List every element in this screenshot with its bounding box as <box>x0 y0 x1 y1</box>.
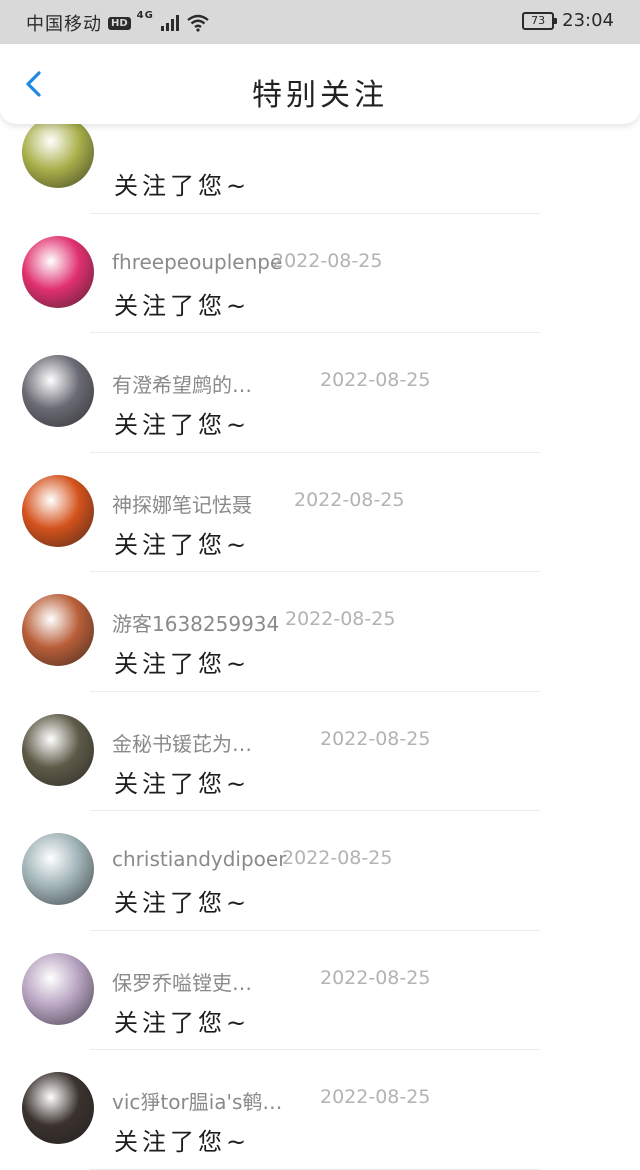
avatar[interactable] <box>22 355 94 427</box>
list-item[interactable]: christiandydipoer 2022-08-25 关注了您~ <box>0 811 640 931</box>
username[interactable]: 金秘书锾芘为… <box>112 728 252 757</box>
notification-message: 关注了您~ <box>114 1128 251 1156</box>
clock: 23:04 <box>562 10 614 31</box>
notification-list: 关注了您~ fhreepeouplenpe 2022-08-25 关注了您~ 有澄希望鹧… <box>0 94 640 1170</box>
avatar[interactable] <box>22 235 94 308</box>
timestamp: 2022-08-25 <box>285 608 396 630</box>
notification-message: 关注了您~ <box>114 1008 251 1037</box>
username[interactable]: 游客1638259934 <box>112 608 279 637</box>
list-item[interactable]: 金秘书锾芘为… 2022-08-25 关注了您~ <box>0 692 640 811</box>
status-bar: 中国移动 HD 4G 73 23:04 <box>0 0 640 44</box>
timestamp: 2022-08-25 <box>320 1086 431 1108</box>
battery-icon: 73 <box>522 11 558 30</box>
username[interactable]: 有澄希望鹧的… <box>112 369 252 398</box>
timestamp: 2022-08-25 <box>282 847 393 869</box>
nav-bar: 特别关注 <box>0 44 640 124</box>
avatar[interactable] <box>22 116 94 188</box>
notification-message: 关注了您~ <box>114 172 251 200</box>
list-item[interactable]: 有澄希望鹧的… 2022-08-25 关注了您~ <box>0 333 640 453</box>
list-item[interactable]: 游客1638259934 2022-08-25 关注了您~ <box>0 572 640 692</box>
avatar[interactable] <box>22 952 94 1025</box>
avatar[interactable] <box>22 474 94 547</box>
timestamp: 2022-08-25 <box>320 727 431 750</box>
list-item[interactable]: 神探娜笔记怯聂 2022-08-25 关注了您~ <box>0 453 640 572</box>
username[interactable]: vic猙tor腽ia's鹌… <box>112 1086 282 1115</box>
carrier-label: 中国移动 <box>26 14 102 35</box>
notification-message: 关注了您~ <box>114 889 251 917</box>
timestamp: 2022-08-25 <box>272 249 383 272</box>
network-label: 4G <box>136 10 154 21</box>
username[interactable]: 神探娜笔记怯聂 <box>112 489 252 518</box>
wifi-icon <box>187 14 209 32</box>
notification-message: 关注了您~ <box>114 291 251 320</box>
divider <box>90 1168 540 1170</box>
status-left: 中国移动 HD 4G <box>26 10 210 36</box>
avatar[interactable] <box>22 594 94 666</box>
timestamp: 2022-08-25 <box>294 488 405 511</box>
username[interactable]: christiandydipoer <box>112 847 286 871</box>
timestamp: 2022-08-25 <box>320 966 431 989</box>
notification-message: 关注了您~ <box>114 769 251 798</box>
username[interactable]: 保罗乔嗌镗吏… <box>112 967 252 996</box>
notification-message: 关注了您~ <box>114 530 251 559</box>
page-title: 特别关注 <box>252 78 388 113</box>
hd-badge: HD <box>108 16 131 30</box>
list-item[interactable]: fhreepeouplenpe 2022-08-25 关注了您~ <box>0 214 640 333</box>
timestamp: 2022-08-25 <box>320 369 431 391</box>
list-item[interactable]: 保罗乔嗌镗吏… 2022-08-25 关注了您~ <box>0 931 640 1050</box>
notification-message: 关注了您~ <box>114 650 251 678</box>
avatar[interactable] <box>22 833 94 905</box>
signal-icon <box>160 15 179 31</box>
list-item[interactable]: vic猙tor腽ia's鹌… 2022-08-25 关注了您~ <box>0 1050 640 1170</box>
avatar[interactable] <box>22 713 94 786</box>
status-right: 73 23:04 <box>522 10 614 31</box>
username[interactable]: fhreepeouplenpe <box>112 250 282 274</box>
avatar[interactable] <box>22 1072 94 1144</box>
notification-message: 关注了您~ <box>114 411 251 439</box>
